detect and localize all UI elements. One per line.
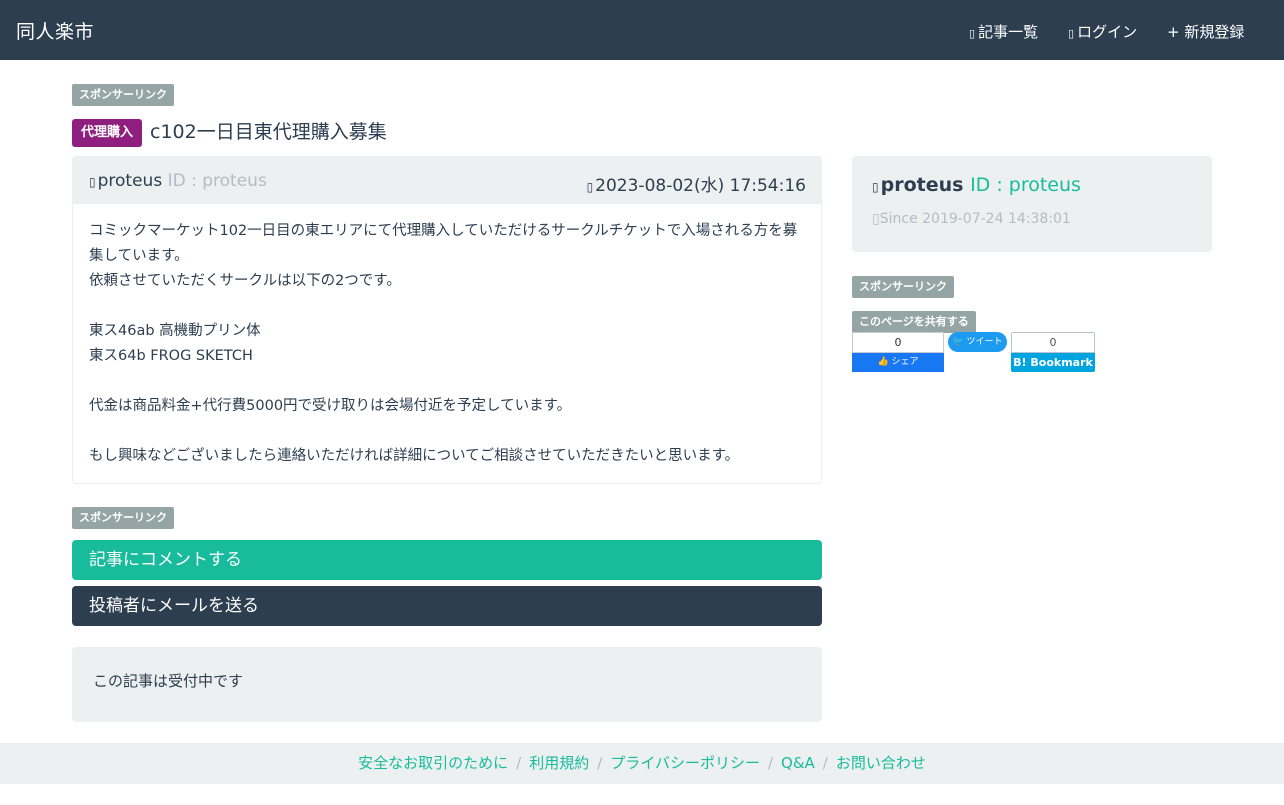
footer-link-terms[interactable]: 利用規約: [529, 754, 589, 772]
post-body: コミックマーケット102一日目の東エリアにて代理購入していただけるサークルチケッ…: [89, 223, 798, 464]
sponsor-label: スポンサーリンク: [852, 276, 954, 298]
hatena-bookmark-button[interactable]: B! Bookmark: [1011, 353, 1095, 372]
footer-separator: /: [597, 754, 603, 772]
comment-button[interactable]: 記事にコメントする: [72, 540, 822, 580]
sponsor-label: スポンサーリンク: [72, 507, 174, 529]
site-brand[interactable]: 同人楽市: [16, 17, 94, 44]
calendar-icon: ▯: [872, 211, 880, 227]
footer-link-privacy[interactable]: プライバシーポリシー: [610, 754, 760, 772]
post-date: ▯ 2023-08-02(水) 17:54:16: [586, 176, 806, 196]
sign-in-icon: ▯: [1068, 27, 1075, 40]
profile-since: ▯Since 2019-07-24 14:38:01: [872, 211, 1071, 227]
hatena-bookmark-widget[interactable]: 0 B! Bookmark: [1011, 332, 1095, 372]
plus-icon: +: [1167, 23, 1185, 41]
facebook-share-count: 0: [852, 332, 944, 353]
navbar: 同人楽市 ▯ 記事一覧 ▯ ログイン + 新規登録: [0, 0, 1284, 60]
footer-link-qa[interactable]: Q&A: [781, 754, 815, 772]
footer-link-contact[interactable]: お問い合わせ: [836, 754, 926, 772]
facebook-share-widget[interactable]: 0 👍 シェア: [852, 332, 944, 372]
nav-login[interactable]: ▯ ログイン: [1068, 21, 1137, 42]
category-badge[interactable]: 代理購入: [72, 119, 143, 147]
footer-link-safety[interactable]: 安全なお取引のために: [358, 754, 508, 772]
status-text: この記事は受付中です: [93, 672, 244, 690]
footer-separator: /: [767, 754, 774, 772]
hatena-bookmark-count: 0: [1011, 332, 1095, 353]
user-icon: ▯: [872, 180, 879, 194]
footer-separator: /: [822, 754, 828, 772]
post-panel: ▯ proteus ID : proteus ▯ 2023-08-02(水) 17:…: [72, 156, 822, 484]
footer: 安全なお取引のために / 利用規約 / プライバシーポリシー / Q&A / お問い合わせ: [0, 743, 1284, 784]
thumbs-up-icon: 👍: [877, 357, 889, 367]
post-header: ▯ proteus ID : proteus ▯ 2023-08-02(水) 17:…: [73, 157, 821, 204]
nav-article-list[interactable]: ▯ 記事一覧: [969, 21, 1038, 42]
nav-register[interactable]: + 新規登録: [1167, 21, 1244, 42]
mail-poster-button[interactable]: 投稿者にメールを送る: [72, 586, 822, 626]
user-icon: ▯: [89, 175, 96, 189]
list-icon: ▯: [969, 27, 976, 40]
profile-name[interactable]: ▯ proteus ID : proteus: [872, 174, 1081, 196]
post-author[interactable]: ▯ proteus ID : proteus: [89, 171, 267, 191]
profile-card: ▯ proteus ID : proteus ▯Since 2019-07-24 …: [852, 156, 1212, 252]
status-well: この記事は受付中です: [72, 647, 822, 722]
footer-separator: /: [516, 754, 522, 772]
clock-icon: ▯: [586, 180, 594, 194]
twitter-bird-icon: 🐦: [952, 337, 964, 347]
facebook-share-button[interactable]: 👍 シェア: [852, 353, 944, 372]
page-title: c102一日目東代理購入募集: [150, 121, 387, 143]
share-label: このページを共有する: [852, 311, 976, 333]
sponsor-label: スポンサーリンク: [72, 84, 174, 106]
tweet-button[interactable]: 🐦 ツイート: [948, 332, 1007, 352]
